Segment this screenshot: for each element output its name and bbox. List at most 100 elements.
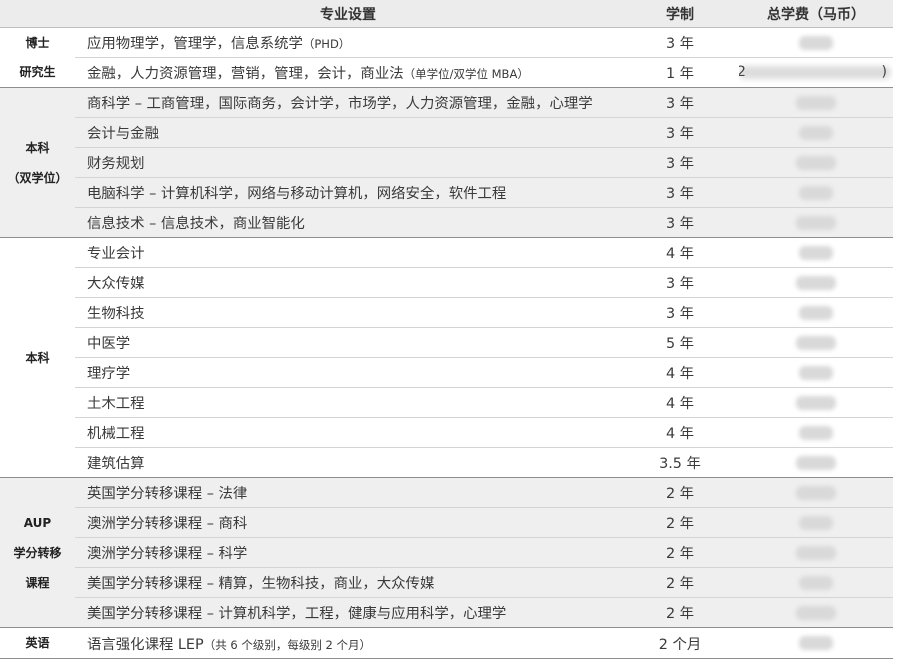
- table-row: 中医学 5 年: [0, 327, 893, 358]
- table-row: 建筑估算 3.5 年: [0, 447, 893, 478]
- major-name: 大众传媒: [87, 276, 145, 292]
- years-cell: 2 年: [621, 597, 739, 628]
- fee-cell: [739, 117, 893, 148]
- fee-cell: [739, 297, 893, 328]
- table-row: AUP 学分转移 课程 英国学分转移课程 – 法律 2 年: [0, 477, 893, 628]
- table-row: 财务规划 3 年: [0, 147, 893, 178]
- fee-cell: [739, 447, 893, 478]
- major-cell: 会计与金融: [75, 117, 621, 148]
- fee-cell: 2): [739, 57, 893, 88]
- redacted-fee: [799, 365, 833, 380]
- table-row: 信息技术 – 信息技术，商业智能化 3 年: [0, 207, 893, 238]
- major-note: （单学位/双学位 MBA）: [403, 67, 529, 81]
- redacted-fee: [799, 245, 833, 260]
- fee-cell: [739, 477, 893, 508]
- table-row: 机械工程 4 年: [0, 417, 893, 448]
- fee-cell: [739, 387, 893, 418]
- major-name: 英国学分转移课程 – 法律: [87, 486, 248, 502]
- major-cell: 英国学分转移课程 – 法律: [75, 477, 621, 508]
- fee-cell: [739, 417, 893, 448]
- fee-cell: [739, 27, 893, 58]
- major-cell: 信息技术 – 信息技术，商业智能化: [75, 207, 621, 238]
- redacted-fee: [799, 35, 833, 50]
- category-label: 博士: [25, 35, 50, 50]
- major-name: 电脑科学 – 计算机科学，网络与移动计算机，网络安全，软件工程: [87, 186, 507, 202]
- table-row: 澳洲学分转移课程 – 科学 2 年: [0, 537, 893, 568]
- major-note: （共 6 个级别，每级别 2 个月）: [203, 637, 371, 652]
- major-cell: 财务规划: [75, 147, 621, 178]
- table-row: 生物科技 3 年: [0, 297, 893, 328]
- major-cell: 澳洲学分转移课程 – 商科: [75, 507, 621, 538]
- fee-cell: [739, 87, 893, 118]
- table-row: 美国学分转移课程 – 精算，生物科技，商业，大众传媒 2 年: [0, 567, 893, 598]
- category-label: 本科: [25, 350, 50, 365]
- years-cell: 4 年: [621, 237, 739, 268]
- years-cell: 2 年: [621, 567, 739, 598]
- major-name: 中医学: [87, 336, 131, 352]
- years-cell: 5 年: [621, 327, 739, 358]
- category-label: 英语: [25, 636, 50, 650]
- major-name: 会计与金融: [87, 126, 159, 142]
- category-label: AUP: [23, 515, 52, 530]
- category-label: 课程: [25, 575, 50, 590]
- redacted-fee: [796, 485, 836, 500]
- major-cell: 理疗学: [75, 357, 621, 388]
- redacted-fee: [796, 95, 836, 110]
- major-name: 生物科技: [87, 306, 145, 322]
- major-cell: 建筑估算: [75, 447, 621, 478]
- major-name: 信息技术 – 信息技术，商业智能化: [87, 216, 305, 232]
- fee-cell: [739, 537, 893, 568]
- fee-cell: [739, 207, 893, 238]
- major-name: 商科学 – 工商管理，国际商务，会计学，市场学，人力资源管理，金融，心理学: [87, 96, 593, 112]
- fee-fragment: ): [881, 64, 887, 80]
- fee-fragment: 2: [739, 64, 746, 80]
- major-cell: 专业会计: [75, 237, 621, 268]
- years-cell: 2 年: [621, 537, 739, 568]
- years-cell: 4 年: [621, 357, 739, 388]
- major-cell: 大众传媒: [75, 267, 621, 298]
- table-row: 本科 （双学位） 商科学 – 工商管理，国际商务，会计学，市场学，人力资源管理，金融…: [0, 87, 893, 238]
- redacted-fee: [799, 515, 833, 530]
- major-cell: 机械工程: [75, 417, 621, 448]
- fee-cell: [739, 327, 893, 358]
- category-label: 本科: [25, 140, 50, 155]
- table-row: 土木工程 4 年: [0, 387, 893, 418]
- major-name: 建筑估算: [87, 456, 145, 472]
- header-row: 专业设置 学制 总学费（马币）: [0, 0, 893, 28]
- category-cell: 英语: [0, 627, 75, 659]
- category-label: （双学位）: [7, 170, 68, 185]
- fee-cell: [739, 267, 893, 298]
- major-cell: 金融，人力资源管理，营销，管理，会计，商业法（单学位/双学位 MBA）: [75, 57, 621, 88]
- fee-cell: [739, 567, 893, 598]
- years-cell: 3 年: [621, 117, 739, 148]
- redacted-fee: [799, 425, 833, 440]
- years-cell: 3 年: [621, 207, 739, 238]
- years-cell: 3 年: [621, 27, 739, 58]
- table-row: 会计与金融 3 年: [0, 117, 893, 148]
- header-major: 专业设置: [75, 0, 621, 28]
- major-name: 土木工程: [87, 396, 145, 412]
- major-name: 语言强化课程 LEP: [87, 636, 204, 653]
- years-cell: 2 个月: [621, 627, 739, 659]
- fee-cell: [739, 147, 893, 178]
- fee-cell: [739, 507, 893, 538]
- category-cell: 本科: [0, 237, 75, 478]
- major-cell: 商科学 – 工商管理，国际商务，会计学，市场学，人力资源管理，金融，心理学: [75, 87, 621, 118]
- category-cell: 本科 （双学位）: [0, 87, 75, 238]
- table-row: 理疗学 4 年: [0, 357, 893, 388]
- major-note: （PHD）: [302, 37, 351, 51]
- category-label: 研究生: [19, 64, 56, 79]
- header-fee: 总学费（马币）: [739, 0, 893, 28]
- major-name: 澳洲学分转移课程 – 商科: [87, 516, 248, 532]
- major-name: 美国学分转移课程 – 精算，生物科技，商业，大众传媒: [87, 576, 435, 592]
- table-row: 本科 专业会计 4 年: [0, 237, 893, 478]
- major-cell: 美国学分转移课程 – 精算，生物科技，商业，大众传媒: [75, 567, 621, 598]
- table-row: 大众传媒 3 年: [0, 267, 893, 298]
- major-cell: 电脑科学 – 计算机科学，网络与移动计算机，网络安全，软件工程: [75, 177, 621, 208]
- years-cell: 2 年: [621, 507, 739, 538]
- major-cell: 美国学分转移课程 – 计算机科学，工程，健康与应用科学，心理学: [75, 597, 621, 628]
- table-row: 博士 研究生 应用物理学，管理学，信息系统学（PHD） 3 年: [0, 27, 893, 88]
- table-row: 澳洲学分转移课程 – 商科 2 年: [0, 507, 893, 538]
- header-category: [0, 0, 75, 28]
- fee-cell: [739, 237, 893, 268]
